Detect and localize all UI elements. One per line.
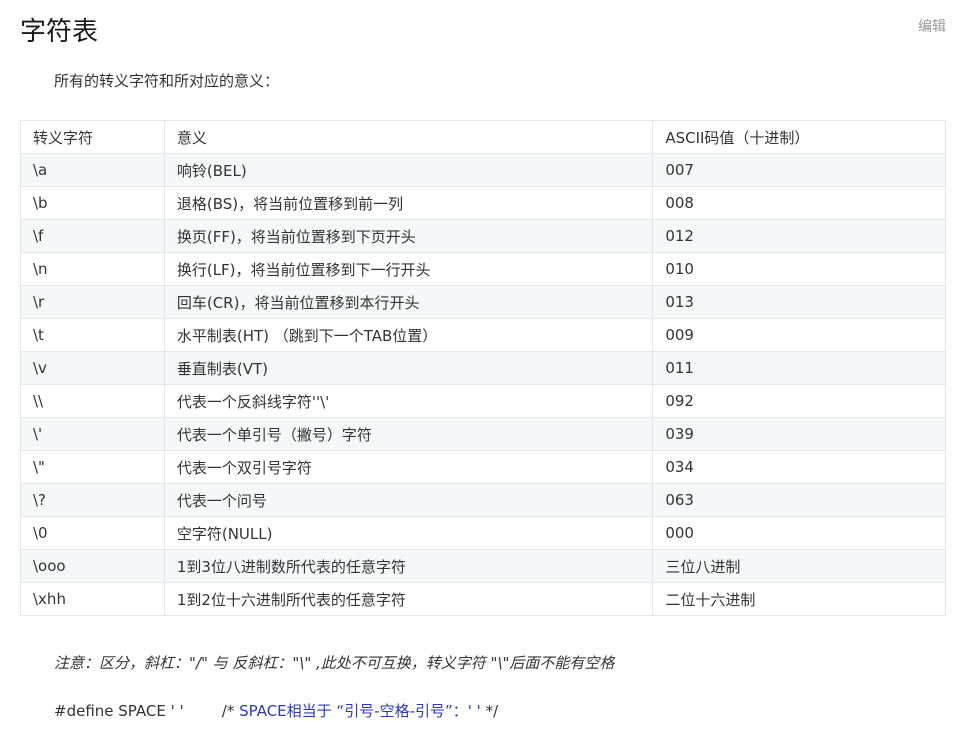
- escape-char-cell: \\: [20, 384, 165, 418]
- table-row: \? 代表一个问号 063: [20, 483, 946, 517]
- table-row: \xhh 1到2位十六进制所代表的任意字符 二位十六进制: [20, 582, 946, 616]
- meaning-cell: 换页(FF)，将当前位置移到下页开头: [163, 219, 654, 253]
- edit-link[interactable]: 编辑: [918, 16, 946, 36]
- meaning-cell: 代表一个问号: [163, 483, 654, 517]
- ascii-value-cell: 034: [652, 450, 946, 484]
- escape-char-cell: \0: [20, 516, 165, 550]
- escape-character-table: 转义字符 意义 ASCII码值（十进制） \a 响铃(BEL) 007 \b 退…: [20, 120, 946, 616]
- meaning-cell: 代表一个单引号（撇号）字符: [163, 417, 654, 451]
- table-row: \' 代表一个单引号（撇号）字符 039: [20, 417, 946, 451]
- escape-char-cell: \r: [20, 285, 165, 319]
- escape-char-cell: \n: [20, 252, 165, 286]
- ascii-value-cell: 011: [652, 351, 946, 385]
- table-row: \r 回车(CR)，将当前位置移到本行开头 013: [20, 285, 946, 319]
- comment-text: SPACE相当于 “引号-空格-引号”：' ': [234, 702, 486, 720]
- table-row: \f 换页(FF)，将当前位置移到下页开头 012: [20, 219, 946, 253]
- ascii-value-cell: 007: [652, 153, 946, 187]
- escape-char-cell: \f: [20, 219, 165, 253]
- escape-char-cell: \xhh: [20, 582, 165, 616]
- backslash-note: 注意：区分，斜杠："/" 与 反斜杠："\" ,此处不可互换，转义字符 "\"后…: [54, 654, 615, 672]
- meaning-cell: 1到2位十六进制所代表的任意字符: [163, 582, 654, 616]
- ascii-value-cell: 010: [652, 252, 946, 286]
- escape-char-cell: \b: [20, 186, 165, 220]
- meaning-cell: 回车(CR)，将当前位置移到本行开头: [163, 285, 654, 319]
- table-row: \a 响铃(BEL) 007: [20, 153, 946, 187]
- meaning-cell: 代表一个双引号字符: [163, 450, 654, 484]
- header-meaning: 意义: [163, 120, 654, 154]
- comment-open: /*: [221, 702, 235, 720]
- escape-char-cell: \a: [20, 153, 165, 187]
- ascii-value-cell: 063: [652, 483, 946, 517]
- meaning-cell: 垂直制表(VT): [163, 351, 654, 385]
- meaning-cell: 换行(LF)，将当前位置移到下一行开头: [163, 252, 654, 286]
- code-comment: /* SPACE相当于 “引号-空格-引号”：' ' */: [222, 702, 498, 720]
- ascii-value-cell: 000: [652, 516, 946, 550]
- header-escape-char: 转义字符: [20, 120, 165, 154]
- escape-char-cell: \ooo: [20, 549, 165, 583]
- meaning-cell: 1到3位八进制数所代表的任意字符: [163, 549, 654, 583]
- ascii-value-cell: 三位八进制: [652, 549, 946, 583]
- code-define: #define SPACE ' ': [54, 702, 184, 720]
- escape-char-cell: \t: [20, 318, 165, 352]
- comment-close: */: [485, 702, 499, 720]
- table-row: \" 代表一个双引号字符 034: [20, 450, 946, 484]
- table-row: \t 水平制表(HT) （跳到下一个TAB位置） 009: [20, 318, 946, 352]
- table-row: \n 换行(LF)，将当前位置移到下一行开头 010: [20, 252, 946, 286]
- ascii-value-cell: 039: [652, 417, 946, 451]
- escape-char-cell: \": [20, 450, 165, 484]
- table-row: \v 垂直制表(VT) 011: [20, 351, 946, 385]
- code-example: #define SPACE ' ' /* SPACE相当于 “引号-空格-引号”…: [54, 701, 498, 721]
- header-ascii-value: ASCII码值（十进制）: [652, 120, 946, 154]
- meaning-cell: 代表一个反斜线字符''\': [163, 384, 654, 418]
- ascii-value-cell: 二位十六进制: [652, 582, 946, 616]
- table-row: \\ 代表一个反斜线字符''\' 092: [20, 384, 946, 418]
- meaning-cell: 水平制表(HT) （跳到下一个TAB位置）: [163, 318, 654, 352]
- escape-char-cell: \?: [20, 483, 165, 517]
- ascii-value-cell: 013: [652, 285, 946, 319]
- table-row: \ooo 1到3位八进制数所代表的任意字符 三位八进制: [20, 549, 946, 583]
- meaning-cell: 响铃(BEL): [163, 153, 654, 187]
- escape-char-cell: \v: [20, 351, 165, 385]
- meaning-cell: 退格(BS)，将当前位置移到前一列: [163, 186, 654, 220]
- ascii-value-cell: 012: [652, 219, 946, 253]
- table-row: \b 退格(BS)，将当前位置移到前一列 008: [20, 186, 946, 220]
- ascii-value-cell: 008: [652, 186, 946, 220]
- table-row: \0 空字符(NULL) 000: [20, 516, 946, 550]
- ascii-value-cell: 092: [652, 384, 946, 418]
- meaning-cell: 空字符(NULL): [163, 516, 654, 550]
- ascii-value-cell: 009: [652, 318, 946, 352]
- page-title: 字符表: [20, 17, 99, 47]
- escape-char-cell: \': [20, 417, 165, 451]
- intro-text: 所有的转义字符和所对应的意义：: [54, 72, 280, 90]
- table-header-row: 转义字符 意义 ASCII码值（十进制）: [20, 120, 946, 154]
